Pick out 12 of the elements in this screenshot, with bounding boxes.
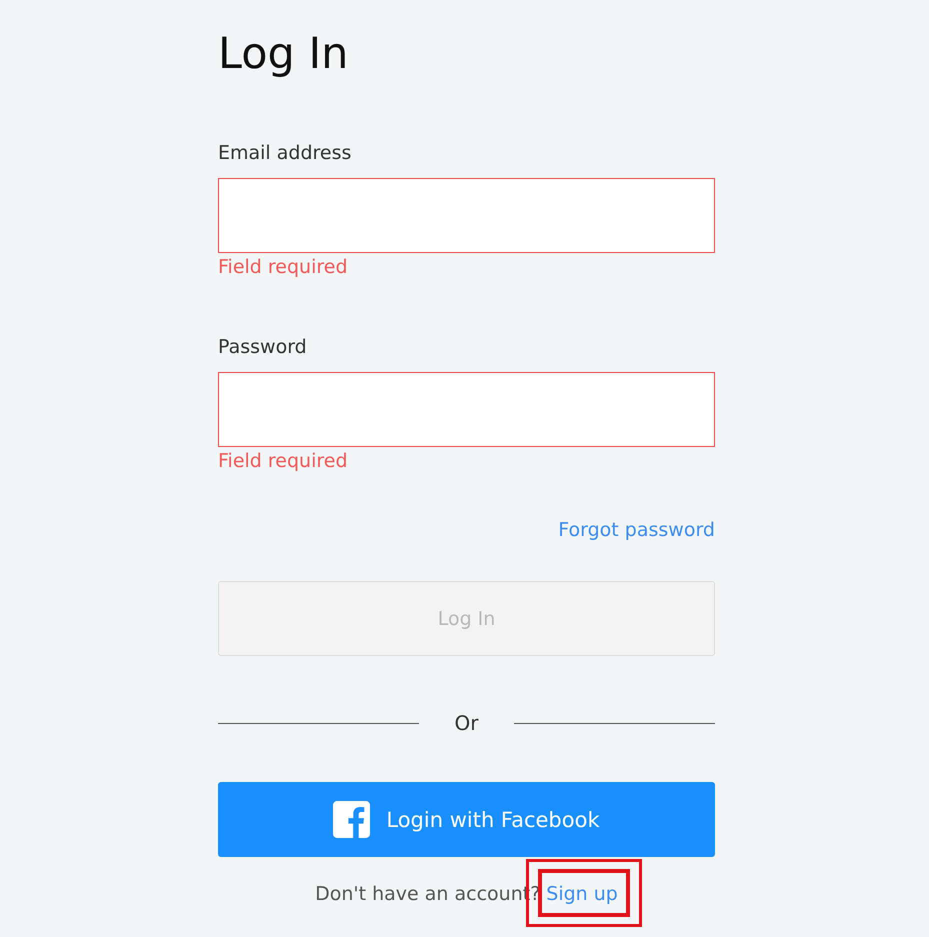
facebook-login-button[interactable]: Login with Facebook	[218, 782, 715, 857]
sign-up-link[interactable]: Sign up	[546, 883, 618, 905]
error-message: Field required	[218, 450, 349, 474]
page-title: Log In	[218, 28, 350, 81]
facebook-icon	[333, 801, 370, 838]
field-label: Password	[218, 336, 308, 360]
error-message: Field required	[218, 256, 349, 280]
input-field[interactable]	[218, 372, 715, 447]
input-field[interactable]	[218, 178, 715, 253]
divider-text: Or	[454, 711, 480, 735]
forgot-password-link[interactable]: Forgot password	[558, 519, 715, 541]
field-label: Email address	[218, 142, 352, 166]
